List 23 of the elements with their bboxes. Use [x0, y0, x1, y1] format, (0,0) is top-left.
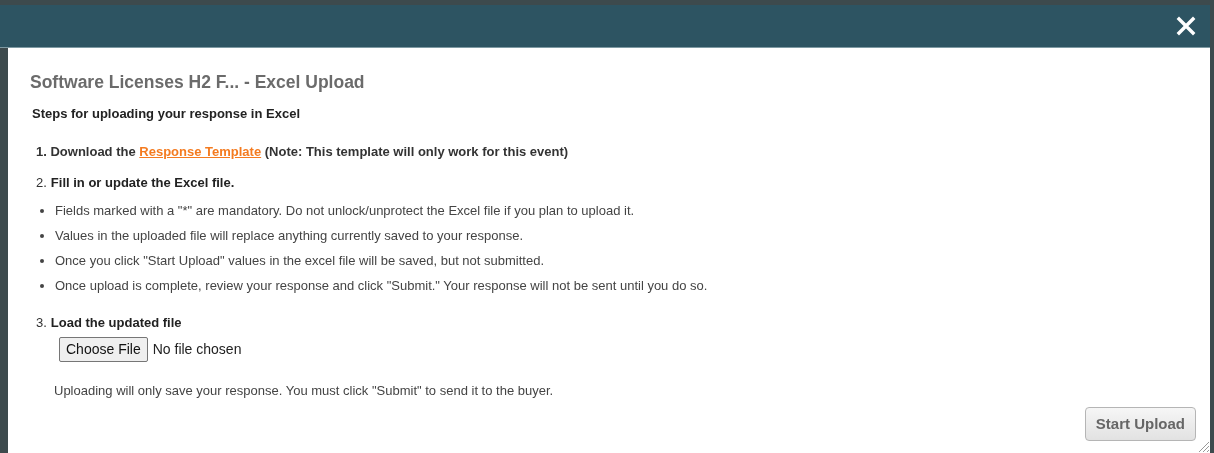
- step-title: Fill in or update the Excel file.: [50, 174, 235, 192]
- dialog-title: Software Licenses H2 F... - Excel Upload: [30, 72, 366, 93]
- bullet-icon: [40, 234, 44, 238]
- file-status: No file chosen: [152, 340, 242, 359]
- step-number: 3.: [36, 313, 47, 332]
- bullet-text: Once upload is complete, review your response and click "Submit." Your response will not be sent until you do so.: [55, 277, 708, 296]
- upload-note: Uploading will only save your response. You must click "Submit" to send it to the buyer.: [54, 382, 555, 400]
- step-text: 1. Download the Response Template (Note: This template will only work for this event): [36, 142, 570, 161]
- close-button[interactable]: [1176, 16, 1196, 36]
- choose-file-button[interactable]: Choose File: [59, 337, 148, 362]
- subtitle: Steps for uploading your response in Excel: [32, 105, 301, 123]
- step-title: Load the updated file: [50, 313, 182, 332]
- bullet-icon: [40, 259, 44, 263]
- bullet-icon: [40, 209, 44, 213]
- template-link[interactable]: Response Template: [139, 143, 262, 159]
- bullet-text: Fields marked with a "*" are mandatory. Do not unlock/unprotect the Excel file if you plan to upload it.: [55, 202, 635, 221]
- bullet-icon: [40, 284, 44, 288]
- start-upload-button[interactable]: Start Upload: [1084, 406, 1196, 441]
- bullet-text: Values in the uploaded file will replace anything currently saved to your response.: [55, 227, 524, 246]
- step-number: 2.: [36, 174, 47, 192]
- bullet-text: Once you click "Start Upload" values in the excel file will be saved, but not submitted.: [55, 252, 545, 271]
- resize-grip-icon[interactable]: [1198, 441, 1210, 453]
- close-icon: [1176, 16, 1196, 36]
